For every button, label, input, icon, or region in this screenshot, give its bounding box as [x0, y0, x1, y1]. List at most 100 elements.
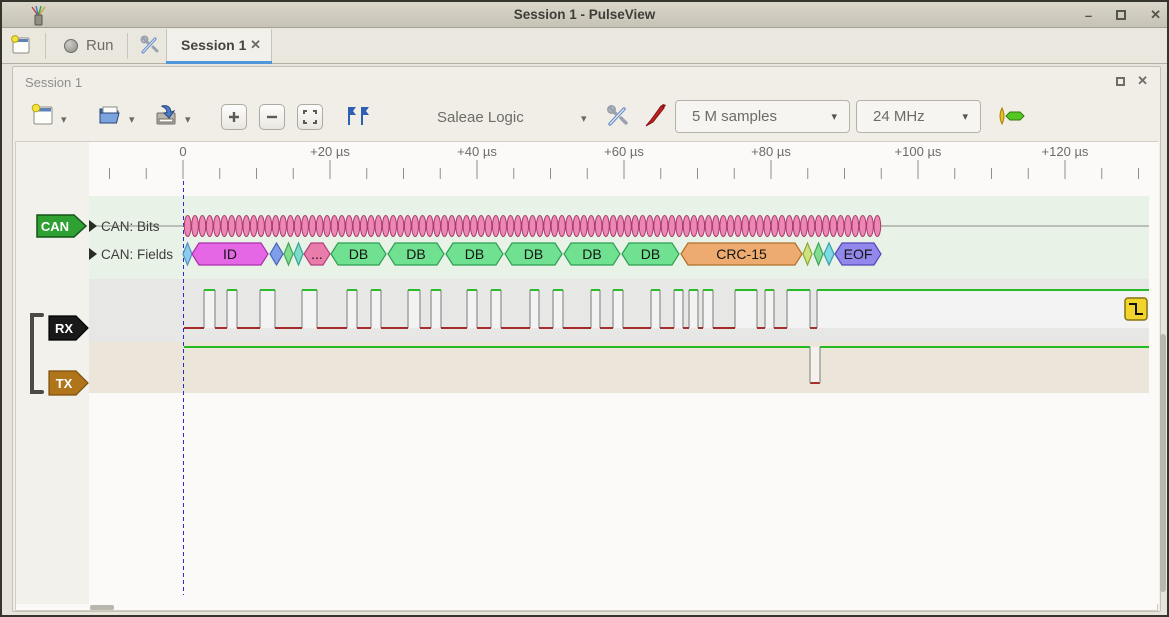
zoom-in-button[interactable] — [221, 104, 247, 130]
can-bit-annotation — [221, 216, 228, 237]
save-file-icon[interactable] — [153, 103, 179, 132]
can-bit-annotation — [713, 216, 720, 237]
ruler-label: +120 µs — [1042, 144, 1089, 159]
can-bit-annotation — [294, 216, 301, 237]
can-bit-annotation — [214, 216, 221, 237]
can-bit-annotation — [360, 216, 367, 237]
settings-icon[interactable] — [139, 34, 161, 61]
maximize-button[interactable] — [1116, 10, 1126, 20]
can-bit-annotation — [470, 216, 477, 237]
decoder-row-label: CAN: Bits — [101, 219, 160, 234]
close-button[interactable]: ✕ — [1150, 7, 1161, 23]
can-bit-annotation — [390, 216, 397, 237]
can-bit-annotation — [683, 216, 690, 237]
new-view-dropdown-icon[interactable]: ▾ — [61, 113, 67, 126]
rx-pulse-fill — [765, 290, 774, 328]
tx-pulse-fill — [810, 347, 820, 383]
sample-count-value: 5 M samples — [692, 108, 777, 125]
can-bit-annotation — [441, 216, 448, 237]
can-bit-annotation — [375, 216, 382, 237]
device-select[interactable]: Saleae Logic — [437, 109, 524, 126]
can-bit-annotation — [324, 216, 331, 237]
rx-pulse-fill — [431, 290, 441, 328]
dock-close-button[interactable]: ✕ — [1137, 73, 1148, 89]
horizontal-scrollbar[interactable] — [90, 605, 114, 610]
can-bit-annotation — [302, 216, 309, 237]
can-bit-annotation — [852, 216, 859, 237]
can-bit-annotation — [448, 216, 455, 237]
can-bit-annotation — [735, 216, 742, 237]
zoom-fit-button[interactable] — [297, 104, 323, 130]
can-bit-annotation — [272, 216, 279, 237]
device-select-value: Saleae Logic — [437, 109, 524, 126]
titlebar[interactable]: Session 1 - PulseView – ✕ — [2, 2, 1167, 28]
can-bit-annotation — [507, 216, 514, 237]
sample-rate-select[interactable]: 24 MHz ▾ — [856, 100, 981, 133]
tab-close-icon[interactable]: ✕ — [250, 37, 261, 53]
can-bit-annotation — [749, 216, 756, 237]
ruler-label: +100 µs — [895, 144, 942, 159]
can-field-label: ... — [311, 246, 323, 262]
toolbar-separator — [127, 33, 128, 59]
tab-label: Session 1 — [181, 37, 246, 53]
ruler-label: +80 µs — [751, 144, 791, 159]
can-bit-annotation — [463, 216, 470, 237]
can-bit-annotation — [426, 216, 433, 237]
can-bit-annotation — [867, 216, 874, 237]
can-field-label: CRC-15 — [716, 246, 767, 262]
trace-canvas[interactable]: 0+20 µs+40 µs+60 µs+80 µs+100 µs+120 µsI… — [16, 142, 1159, 604]
zoom-out-button[interactable] — [259, 104, 285, 130]
can-bit-annotation — [353, 216, 360, 237]
can-bit-annotation — [779, 216, 786, 237]
row-band-tx — [89, 342, 1149, 393]
can-bit-annotation — [478, 216, 485, 237]
can-bit-annotation — [456, 216, 463, 237]
new-session-icon[interactable] — [10, 34, 32, 61]
show-cursors-icon[interactable] — [343, 105, 371, 132]
rx-pulse-fill — [553, 290, 563, 328]
sample-count-select[interactable]: 5 M samples ▾ — [675, 100, 850, 133]
main-toolbar: Run Session 1 ✕ — [2, 28, 1167, 64]
can-bit-annotation — [632, 216, 639, 237]
minimize-button[interactable]: – — [1085, 8, 1092, 23]
window-title: Session 1 - PulseView — [2, 7, 1167, 22]
can-bit-annotation — [874, 216, 881, 237]
dock-float-button[interactable] — [1116, 77, 1125, 86]
can-bit-annotation — [837, 216, 844, 237]
new-view-icon[interactable] — [31, 103, 55, 132]
can-bit-annotation — [536, 216, 543, 237]
channel-tag-rx-label: RX — [55, 321, 73, 336]
save-file-dropdown-icon[interactable]: ▾ — [185, 113, 191, 126]
open-file-icon[interactable] — [97, 103, 123, 132]
rx-pulse-fill — [260, 290, 275, 328]
can-bit-annotation — [845, 216, 852, 237]
can-bit-annotation — [199, 216, 206, 237]
can-bit-annotation — [492, 216, 499, 237]
can-bit-annotation — [382, 216, 389, 237]
trace-view[interactable]: 0+20 µs+40 µs+60 µs+80 µs+100 µs+120 µsI… — [15, 141, 1158, 611]
open-file-dropdown-icon[interactable]: ▾ — [129, 113, 135, 126]
can-field-label: EOF — [844, 246, 873, 262]
rx-pulse-fill — [787, 290, 810, 328]
channels-probe-icon[interactable] — [643, 103, 669, 134]
can-bit-annotation — [610, 216, 617, 237]
can-bit-annotation — [522, 216, 529, 237]
can-bit-annotation — [654, 216, 661, 237]
can-bit-annotation — [771, 216, 778, 237]
channel-tag-tx-label: TX — [56, 376, 73, 391]
can-bit-annotation — [184, 216, 191, 237]
can-bit-annotation — [764, 216, 771, 237]
rx-pulse-fill — [302, 290, 317, 328]
vertical-scrollbar[interactable] — [1160, 334, 1166, 592]
can-bit-annotation — [815, 216, 822, 237]
device-config-icon[interactable] — [605, 103, 631, 134]
add-decoder-icon[interactable] — [995, 106, 1027, 131]
can-bit-annotation — [258, 216, 265, 237]
ruler-label: +20 µs — [310, 144, 350, 159]
can-bit-annotation — [331, 216, 338, 237]
can-bit-annotation — [500, 216, 507, 237]
tab-session-1[interactable]: Session 1 ✕ — [166, 29, 272, 61]
device-select-dropdown-icon[interactable]: ▾ — [581, 112, 587, 125]
can-bit-annotation — [309, 216, 316, 237]
can-field-label: DB — [349, 246, 368, 262]
